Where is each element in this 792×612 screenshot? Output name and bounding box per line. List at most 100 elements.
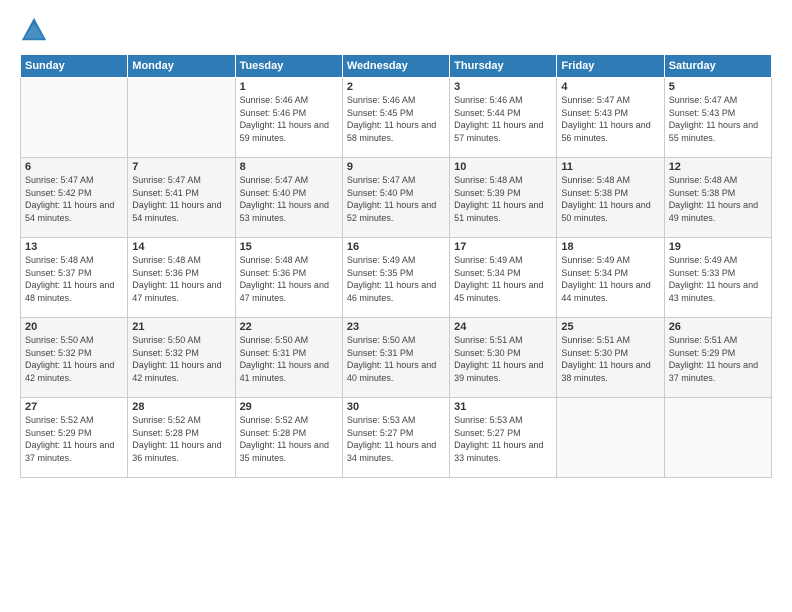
day-number: 6 [25, 161, 123, 173]
calendar-cell [557, 398, 664, 478]
day-info: Sunrise: 5:47 AMSunset: 5:41 PMDaylight:… [132, 174, 230, 224]
day-number: 28 [132, 401, 230, 413]
day-number: 11 [561, 161, 659, 173]
calendar-cell: 7 Sunrise: 5:47 AMSunset: 5:41 PMDayligh… [128, 158, 235, 238]
day-number: 5 [669, 81, 767, 93]
calendar-cell: 31 Sunrise: 5:53 AMSunset: 5:27 PMDaylig… [450, 398, 557, 478]
day-number: 17 [454, 241, 552, 253]
day-info: Sunrise: 5:51 AMSunset: 5:29 PMDaylight:… [669, 334, 767, 384]
week-row-5: 27 Sunrise: 5:52 AMSunset: 5:29 PMDaylig… [21, 398, 772, 478]
day-info: Sunrise: 5:48 AMSunset: 5:36 PMDaylight:… [240, 254, 338, 304]
day-number: 21 [132, 321, 230, 333]
day-info: Sunrise: 5:47 AMSunset: 5:40 PMDaylight:… [347, 174, 445, 224]
day-info: Sunrise: 5:46 AMSunset: 5:46 PMDaylight:… [240, 94, 338, 144]
day-number: 3 [454, 81, 552, 93]
calendar-cell: 1 Sunrise: 5:46 AMSunset: 5:46 PMDayligh… [235, 78, 342, 158]
calendar-cell: 15 Sunrise: 5:48 AMSunset: 5:36 PMDaylig… [235, 238, 342, 318]
day-number: 29 [240, 401, 338, 413]
day-number: 9 [347, 161, 445, 173]
day-info: Sunrise: 5:50 AMSunset: 5:32 PMDaylight:… [25, 334, 123, 384]
day-info: Sunrise: 5:47 AMSunset: 5:40 PMDaylight:… [240, 174, 338, 224]
calendar-cell: 16 Sunrise: 5:49 AMSunset: 5:35 PMDaylig… [342, 238, 449, 318]
day-info: Sunrise: 5:48 AMSunset: 5:38 PMDaylight:… [669, 174, 767, 224]
page-header [20, 16, 772, 44]
calendar-cell: 28 Sunrise: 5:52 AMSunset: 5:28 PMDaylig… [128, 398, 235, 478]
day-info: Sunrise: 5:53 AMSunset: 5:27 PMDaylight:… [454, 414, 552, 464]
calendar-cell: 20 Sunrise: 5:50 AMSunset: 5:32 PMDaylig… [21, 318, 128, 398]
calendar-cell: 5 Sunrise: 5:47 AMSunset: 5:43 PMDayligh… [664, 78, 771, 158]
day-number: 15 [240, 241, 338, 253]
day-info: Sunrise: 5:46 AMSunset: 5:44 PMDaylight:… [454, 94, 552, 144]
calendar-cell: 19 Sunrise: 5:49 AMSunset: 5:33 PMDaylig… [664, 238, 771, 318]
calendar-cell: 6 Sunrise: 5:47 AMSunset: 5:42 PMDayligh… [21, 158, 128, 238]
calendar-cell: 8 Sunrise: 5:47 AMSunset: 5:40 PMDayligh… [235, 158, 342, 238]
day-number: 10 [454, 161, 552, 173]
day-number: 19 [669, 241, 767, 253]
calendar-cell: 18 Sunrise: 5:49 AMSunset: 5:34 PMDaylig… [557, 238, 664, 318]
day-info: Sunrise: 5:50 AMSunset: 5:32 PMDaylight:… [132, 334, 230, 384]
day-number: 7 [132, 161, 230, 173]
week-row-4: 20 Sunrise: 5:50 AMSunset: 5:32 PMDaylig… [21, 318, 772, 398]
day-info: Sunrise: 5:47 AMSunset: 5:42 PMDaylight:… [25, 174, 123, 224]
day-number: 4 [561, 81, 659, 93]
day-number: 26 [669, 321, 767, 333]
day-number: 1 [240, 81, 338, 93]
calendar-cell: 27 Sunrise: 5:52 AMSunset: 5:29 PMDaylig… [21, 398, 128, 478]
week-row-3: 13 Sunrise: 5:48 AMSunset: 5:37 PMDaylig… [21, 238, 772, 318]
weekday-header-sunday: Sunday [21, 55, 128, 78]
day-number: 24 [454, 321, 552, 333]
day-info: Sunrise: 5:50 AMSunset: 5:31 PMDaylight:… [240, 334, 338, 384]
day-number: 27 [25, 401, 123, 413]
weekday-header-tuesday: Tuesday [235, 55, 342, 78]
day-info: Sunrise: 5:48 AMSunset: 5:39 PMDaylight:… [454, 174, 552, 224]
logo-icon [20, 16, 48, 44]
calendar-cell [664, 398, 771, 478]
day-number: 20 [25, 321, 123, 333]
day-info: Sunrise: 5:48 AMSunset: 5:38 PMDaylight:… [561, 174, 659, 224]
day-info: Sunrise: 5:52 AMSunset: 5:29 PMDaylight:… [25, 414, 123, 464]
day-info: Sunrise: 5:51 AMSunset: 5:30 PMDaylight:… [561, 334, 659, 384]
day-info: Sunrise: 5:52 AMSunset: 5:28 PMDaylight:… [240, 414, 338, 464]
day-info: Sunrise: 5:49 AMSunset: 5:34 PMDaylight:… [454, 254, 552, 304]
calendar-cell: 30 Sunrise: 5:53 AMSunset: 5:27 PMDaylig… [342, 398, 449, 478]
day-info: Sunrise: 5:47 AMSunset: 5:43 PMDaylight:… [561, 94, 659, 144]
day-number: 2 [347, 81, 445, 93]
calendar-cell [128, 78, 235, 158]
calendar-table: SundayMondayTuesdayWednesdayThursdayFrid… [20, 54, 772, 478]
day-info: Sunrise: 5:49 AMSunset: 5:34 PMDaylight:… [561, 254, 659, 304]
weekday-header-saturday: Saturday [664, 55, 771, 78]
day-number: 22 [240, 321, 338, 333]
day-info: Sunrise: 5:50 AMSunset: 5:31 PMDaylight:… [347, 334, 445, 384]
day-number: 18 [561, 241, 659, 253]
day-info: Sunrise: 5:49 AMSunset: 5:33 PMDaylight:… [669, 254, 767, 304]
calendar-cell: 22 Sunrise: 5:50 AMSunset: 5:31 PMDaylig… [235, 318, 342, 398]
calendar-cell: 26 Sunrise: 5:51 AMSunset: 5:29 PMDaylig… [664, 318, 771, 398]
day-number: 13 [25, 241, 123, 253]
day-info: Sunrise: 5:52 AMSunset: 5:28 PMDaylight:… [132, 414, 230, 464]
calendar-cell [21, 78, 128, 158]
day-number: 12 [669, 161, 767, 173]
day-number: 14 [132, 241, 230, 253]
day-info: Sunrise: 5:48 AMSunset: 5:36 PMDaylight:… [132, 254, 230, 304]
calendar-cell: 9 Sunrise: 5:47 AMSunset: 5:40 PMDayligh… [342, 158, 449, 238]
calendar-cell: 4 Sunrise: 5:47 AMSunset: 5:43 PMDayligh… [557, 78, 664, 158]
day-number: 16 [347, 241, 445, 253]
weekday-header-monday: Monday [128, 55, 235, 78]
weekday-header-row: SundayMondayTuesdayWednesdayThursdayFrid… [21, 55, 772, 78]
day-number: 8 [240, 161, 338, 173]
calendar-cell: 2 Sunrise: 5:46 AMSunset: 5:45 PMDayligh… [342, 78, 449, 158]
day-number: 30 [347, 401, 445, 413]
calendar-cell: 10 Sunrise: 5:48 AMSunset: 5:39 PMDaylig… [450, 158, 557, 238]
calendar-cell: 3 Sunrise: 5:46 AMSunset: 5:44 PMDayligh… [450, 78, 557, 158]
day-info: Sunrise: 5:53 AMSunset: 5:27 PMDaylight:… [347, 414, 445, 464]
week-row-2: 6 Sunrise: 5:47 AMSunset: 5:42 PMDayligh… [21, 158, 772, 238]
day-number: 23 [347, 321, 445, 333]
calendar-cell: 17 Sunrise: 5:49 AMSunset: 5:34 PMDaylig… [450, 238, 557, 318]
calendar-cell: 21 Sunrise: 5:50 AMSunset: 5:32 PMDaylig… [128, 318, 235, 398]
weekday-header-wednesday: Wednesday [342, 55, 449, 78]
day-info: Sunrise: 5:47 AMSunset: 5:43 PMDaylight:… [669, 94, 767, 144]
day-info: Sunrise: 5:49 AMSunset: 5:35 PMDaylight:… [347, 254, 445, 304]
calendar-cell: 25 Sunrise: 5:51 AMSunset: 5:30 PMDaylig… [557, 318, 664, 398]
calendar-cell: 24 Sunrise: 5:51 AMSunset: 5:30 PMDaylig… [450, 318, 557, 398]
day-number: 25 [561, 321, 659, 333]
